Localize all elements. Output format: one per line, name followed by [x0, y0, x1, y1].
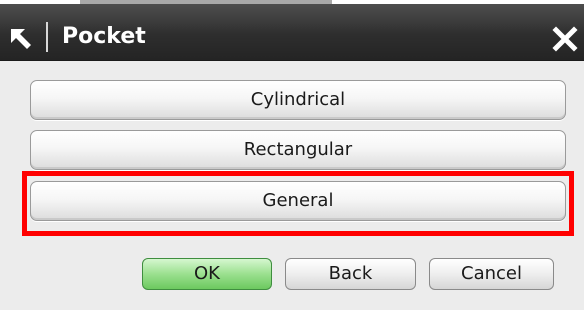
close-button[interactable] — [551, 24, 579, 54]
select-arrow-icon — [8, 26, 34, 52]
title-separator — [46, 22, 48, 52]
dialog-title: Pocket — [62, 24, 146, 49]
cylindrical-button[interactable]: Cylindrical — [30, 80, 566, 120]
close-icon — [552, 26, 578, 52]
highlight-box — [22, 171, 574, 236]
cancel-button[interactable]: Cancel — [429, 258, 554, 290]
rectangular-button[interactable]: Rectangular — [30, 130, 566, 170]
pocket-dialog: Pocket Cylindrical Rectangular General O… — [0, 0, 584, 310]
dialog-titlebar[interactable]: Pocket — [0, 4, 584, 61]
ok-button[interactable]: OK — [142, 258, 272, 290]
back-button[interactable]: Back — [285, 258, 416, 290]
